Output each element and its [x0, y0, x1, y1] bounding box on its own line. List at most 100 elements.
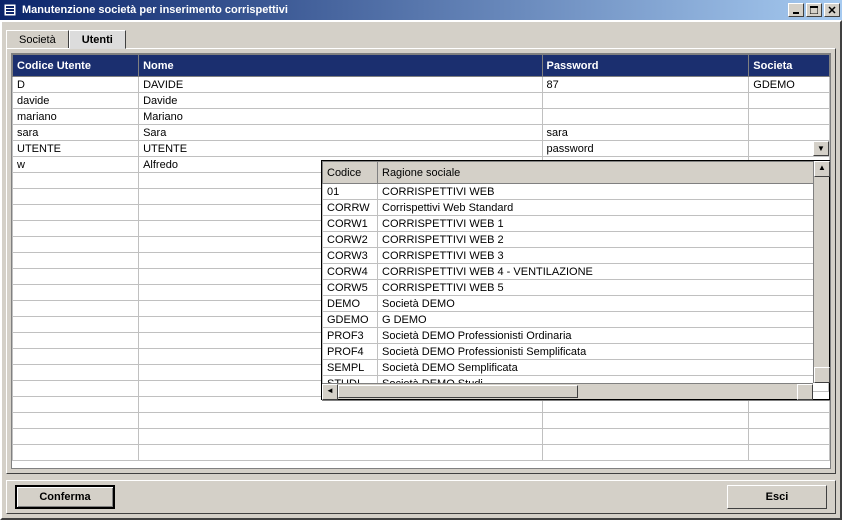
- lookup-codice[interactable]: PROF4: [323, 344, 378, 360]
- lookup-codice[interactable]: SEMPL: [323, 360, 378, 376]
- cell-societa[interactable]: GDEMO: [749, 77, 830, 93]
- close-button[interactable]: [824, 3, 840, 17]
- lookup-row[interactable]: CORW1CORRISPETTIVI WEB 1: [323, 216, 829, 232]
- cell-codice[interactable]: [13, 189, 139, 205]
- lookup-codice[interactable]: CORW3: [323, 248, 378, 264]
- lookup-row[interactable]: DEMOSocietà DEMO: [323, 296, 829, 312]
- col-header-societa[interactable]: Societa: [749, 55, 830, 77]
- table-row[interactable]: [13, 413, 830, 429]
- cell-codice[interactable]: [13, 333, 139, 349]
- societa-lookup-popup[interactable]: Codice Ragione sociale 01CORRISPETTIVI W…: [321, 160, 830, 400]
- cell-codice[interactable]: D: [13, 77, 139, 93]
- cell-codice[interactable]: w: [13, 157, 139, 173]
- tab-societa[interactable]: Società: [6, 30, 69, 48]
- cell-nome[interactable]: DAVIDE: [139, 77, 542, 93]
- cell-codice[interactable]: [13, 269, 139, 285]
- cell-societa[interactable]: ▼: [749, 141, 830, 157]
- table-row[interactable]: davideDavide: [13, 93, 830, 109]
- cell-codice[interactable]: [13, 349, 139, 365]
- cell-societa[interactable]: [749, 93, 830, 109]
- cell-codice[interactable]: UTENTE: [13, 141, 139, 157]
- lookup-row[interactable]: CORW5CORRISPETTIVI WEB 5: [323, 280, 829, 296]
- lookup-ragione[interactable]: CORRISPETTIVI WEB 4 - VENTILAZIONE: [378, 264, 829, 280]
- table-row[interactable]: [13, 445, 830, 461]
- cell-password[interactable]: [542, 109, 749, 125]
- cell-codice[interactable]: [13, 253, 139, 269]
- cell-codice[interactable]: [13, 429, 139, 445]
- cell-societa[interactable]: [749, 109, 830, 125]
- lookup-ragione[interactable]: Società DEMO: [378, 296, 829, 312]
- lookup-ragione[interactable]: Corrispettivi Web Standard: [378, 200, 829, 216]
- conferma-button[interactable]: Conferma: [15, 485, 115, 509]
- cell-password[interactable]: [542, 429, 749, 445]
- lookup-codice[interactable]: GDEMO: [323, 312, 378, 328]
- table-row[interactable]: [13, 429, 830, 445]
- cell-codice[interactable]: [13, 381, 139, 397]
- cell-codice[interactable]: [13, 285, 139, 301]
- cell-codice[interactable]: mariano: [13, 109, 139, 125]
- lookup-row[interactable]: CORRWCorrispettivi Web Standard: [323, 200, 829, 216]
- cell-codice[interactable]: davide: [13, 93, 139, 109]
- cell-societa[interactable]: [749, 445, 830, 461]
- col-header-password[interactable]: Password: [542, 55, 749, 77]
- lookup-codice[interactable]: CORW4: [323, 264, 378, 280]
- table-row[interactable]: DDAVIDE87GDEMO: [13, 77, 830, 93]
- cell-codice[interactable]: [13, 365, 139, 381]
- popup-header-codice[interactable]: Codice: [323, 162, 378, 184]
- popup-vertical-scrollbar[interactable]: ▲▼: [813, 161, 829, 383]
- cell-password[interactable]: 87: [542, 77, 749, 93]
- lookup-codice[interactable]: CORW1: [323, 216, 378, 232]
- table-row[interactable]: saraSarasara: [13, 125, 830, 141]
- lookup-row[interactable]: PROF4Società DEMO Professionisti Semplif…: [323, 344, 829, 360]
- cell-societa[interactable]: [749, 125, 830, 141]
- lookup-ragione[interactable]: CORRISPETTIVI WEB 2: [378, 232, 829, 248]
- lookup-ragione[interactable]: Società DEMO Professionisti Semplificata: [378, 344, 829, 360]
- lookup-codice[interactable]: DEMO: [323, 296, 378, 312]
- lookup-ragione[interactable]: Società DEMO Professionisti Ordinaria: [378, 328, 829, 344]
- lookup-codice[interactable]: CORRW: [323, 200, 378, 216]
- tab-utenti[interactable]: Utenti: [69, 30, 126, 49]
- cell-password[interactable]: password: [542, 141, 749, 157]
- lookup-row[interactable]: GDEMOG DEMO: [323, 312, 829, 328]
- lookup-row[interactable]: CORW2CORRISPETTIVI WEB 2: [323, 232, 829, 248]
- cell-nome[interactable]: Sara: [139, 125, 542, 141]
- lookup-ragione[interactable]: Società DEMO Semplificata: [378, 360, 829, 376]
- cell-codice[interactable]: [13, 413, 139, 429]
- lookup-codice[interactable]: CORW5: [323, 280, 378, 296]
- cell-codice[interactable]: [13, 301, 139, 317]
- cell-codice[interactable]: [13, 317, 139, 333]
- lookup-codice[interactable]: CORW2: [323, 232, 378, 248]
- cell-nome[interactable]: [139, 445, 542, 461]
- cell-password[interactable]: sara: [542, 125, 749, 141]
- lookup-row[interactable]: PROF3Società DEMO Professionisti Ordinar…: [323, 328, 829, 344]
- lookup-row[interactable]: CORW3CORRISPETTIVI WEB 3: [323, 248, 829, 264]
- minimize-button[interactable]: [788, 3, 804, 17]
- lookup-row[interactable]: 01CORRISPETTIVI WEB: [323, 184, 829, 200]
- cell-nome[interactable]: Davide: [139, 93, 542, 109]
- popup-horizontal-scrollbar[interactable]: ◄►: [322, 383, 813, 399]
- societa-dropdown-arrow[interactable]: ▼: [813, 141, 829, 156]
- scrollbar-thumb[interactable]: [338, 385, 578, 398]
- lookup-ragione[interactable]: G DEMO: [378, 312, 829, 328]
- cell-password[interactable]: [542, 445, 749, 461]
- lookup-codice[interactable]: 01: [323, 184, 378, 200]
- cell-password[interactable]: [542, 413, 749, 429]
- lookup-ragione[interactable]: CORRISPETTIVI WEB 1: [378, 216, 829, 232]
- table-row[interactable]: UTENTEUTENTEpassword▼: [13, 141, 830, 157]
- lookup-ragione[interactable]: CORRISPETTIVI WEB 5: [378, 280, 829, 296]
- lookup-row[interactable]: SEMPLSocietà DEMO Semplificata: [323, 360, 829, 376]
- cell-nome[interactable]: [139, 429, 542, 445]
- popup-header-ragione[interactable]: Ragione sociale: [378, 162, 829, 184]
- lookup-row[interactable]: CORW4CORRISPETTIVI WEB 4 - VENTILAZIONE: [323, 264, 829, 280]
- col-header-codice[interactable]: Codice Utente: [13, 55, 139, 77]
- cell-password[interactable]: [542, 93, 749, 109]
- cell-codice[interactable]: [13, 397, 139, 413]
- lookup-ragione[interactable]: CORRISPETTIVI WEB: [378, 184, 829, 200]
- cell-codice[interactable]: [13, 173, 139, 189]
- cell-nome[interactable]: [139, 413, 542, 429]
- cell-nome[interactable]: Mariano: [139, 109, 542, 125]
- cell-societa[interactable]: [749, 429, 830, 445]
- esci-button[interactable]: Esci: [727, 485, 827, 509]
- cell-nome[interactable]: UTENTE: [139, 141, 542, 157]
- cell-codice[interactable]: [13, 445, 139, 461]
